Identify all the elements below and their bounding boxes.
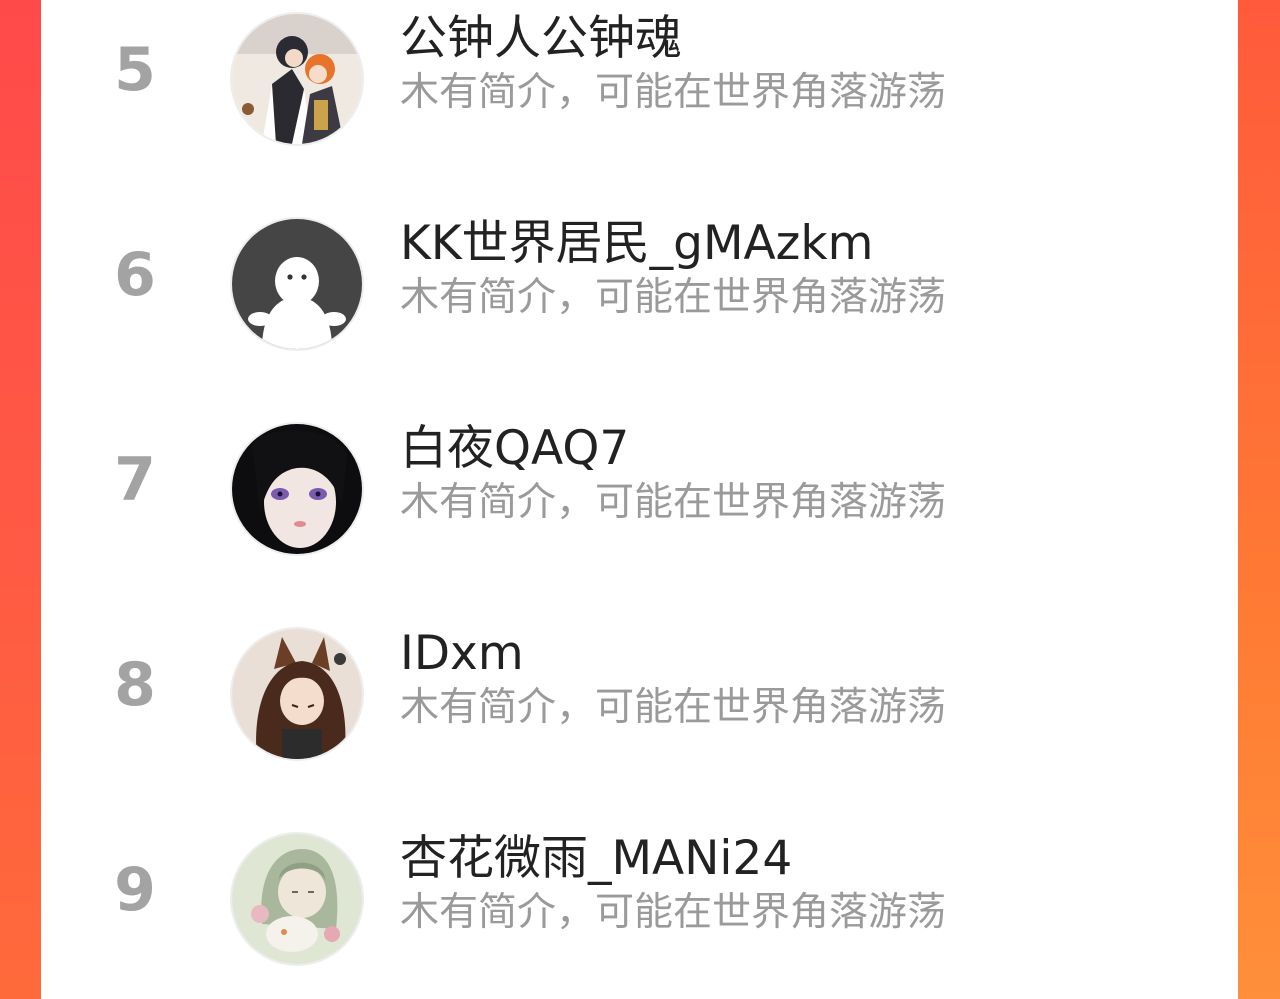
user-description: 木有简介，可能在世界角落游荡 xyxy=(400,70,947,115)
user-description: 木有简介，可能在世界角落游荡 xyxy=(400,685,947,730)
ranking-list-panel: 5 公钟人公钟魂 木有简介，可能在世界角落游荡 6 KK世界居民_gMAzkm … xyxy=(41,0,1238,999)
ranking-row[interactable]: 7 白夜QAQ7 木有简介，可能在世界角落游荡 xyxy=(41,410,1238,556)
ranking-row[interactable]: 9 杏花微雨_MANi24 木有简介，可能在世界角落游荡 xyxy=(41,820,1238,966)
ranking-row[interactable]: 6 KK世界居民_gMAzkm 木有简介，可能在世界角落游荡 xyxy=(41,205,1238,351)
user-name[interactable]: 白夜QAQ7 xyxy=(400,418,629,480)
rank-number: 7 xyxy=(114,445,156,515)
user-name[interactable]: 公钟人公钟魂 xyxy=(400,8,682,70)
anime-couple-avatar-icon[interactable] xyxy=(230,12,364,146)
rank-number: 9 xyxy=(114,855,156,925)
fox-ear-girl-avatar-icon[interactable] xyxy=(230,627,364,761)
rank-number: 8 xyxy=(114,650,156,720)
user-name[interactable]: KK世界居民_gMAzkm xyxy=(400,213,873,275)
rank-number: 6 xyxy=(114,240,156,310)
ranking-row[interactable]: 8 IDxm 木有简介，可能在世界角落游荡 xyxy=(41,615,1238,761)
dark-hair-girl-avatar-icon[interactable] xyxy=(230,422,364,556)
user-name[interactable]: 杏花微雨_MANi24 xyxy=(400,828,792,890)
rank-number: 5 xyxy=(114,35,156,105)
default-ghost-avatar-icon[interactable] xyxy=(230,217,364,351)
user-description: 木有简介，可能在世界角落游荡 xyxy=(400,480,947,525)
user-description: 木有简介，可能在世界角落游荡 xyxy=(400,275,947,320)
ranking-row[interactable]: 5 公钟人公钟魂 木有简介，可能在世界角落游荡 xyxy=(41,0,1238,146)
user-name[interactable]: IDxm xyxy=(400,623,524,685)
background-right-edge xyxy=(1238,0,1280,999)
user-description: 木有简介，可能在世界角落游荡 xyxy=(400,890,947,935)
pastel-girl-avatar-icon[interactable] xyxy=(230,832,364,966)
